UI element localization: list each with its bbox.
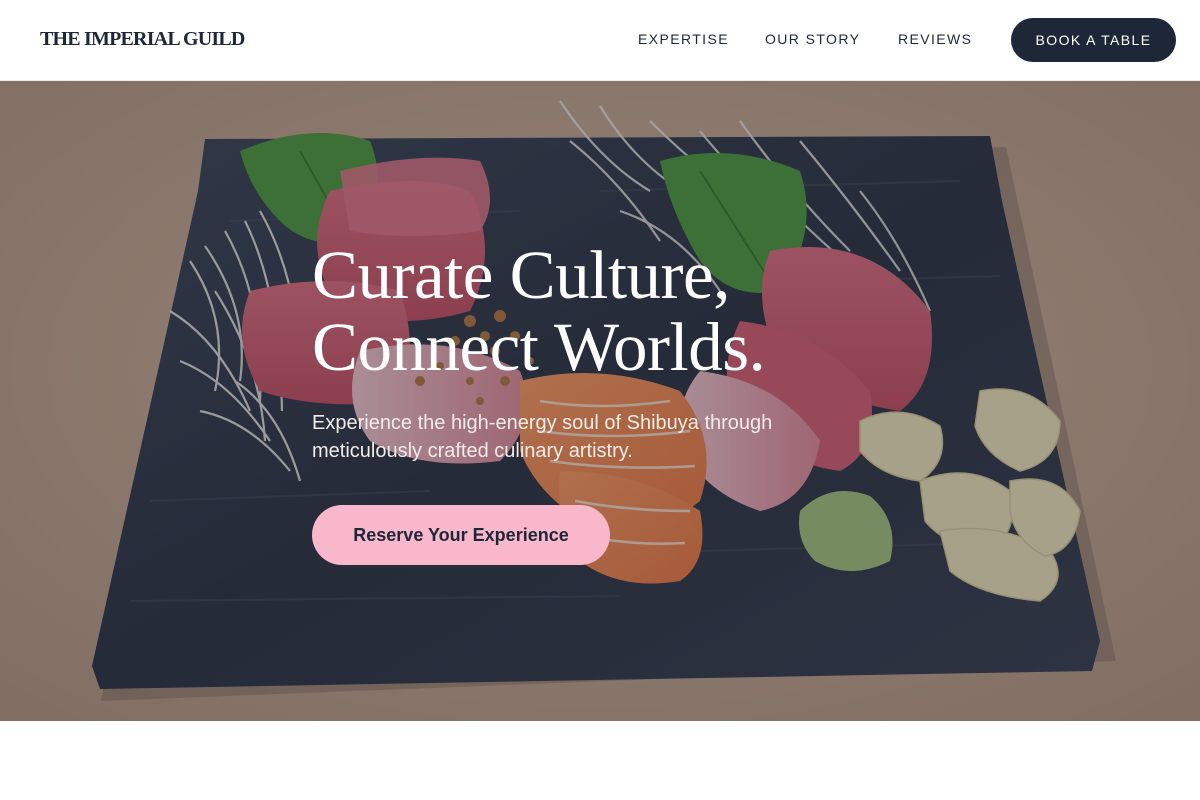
nav-link-expertise[interactable]: EXPERTISE bbox=[638, 31, 729, 47]
brand-logo[interactable]: THE IMPERIAL GUILD bbox=[40, 28, 245, 51]
reserve-experience-button[interactable]: Reserve Your Experience bbox=[312, 505, 610, 565]
hero-section: Curate Culture, Connect Worlds. Experien… bbox=[0, 81, 1200, 721]
hero-headline: Curate Culture, Connect Worlds. bbox=[312, 239, 932, 383]
nav-link-our-story[interactable]: OUR STORY bbox=[765, 31, 860, 47]
headline-line-2: Connect Worlds. bbox=[312, 309, 766, 385]
nav-link-reviews[interactable]: REVIEWS bbox=[898, 31, 972, 47]
hero-content: Curate Culture, Connect Worlds. Experien… bbox=[312, 239, 932, 565]
headline-line-1: Curate Culture, bbox=[312, 237, 730, 313]
book-a-table-button[interactable]: BOOK A TABLE bbox=[1011, 18, 1176, 62]
top-navigation: THE IMPERIAL GUILD EXPERTISE OUR STORY R… bbox=[0, 0, 1200, 81]
hero-subtitle: Experience the high-energy soul of Shibu… bbox=[312, 412, 773, 462]
